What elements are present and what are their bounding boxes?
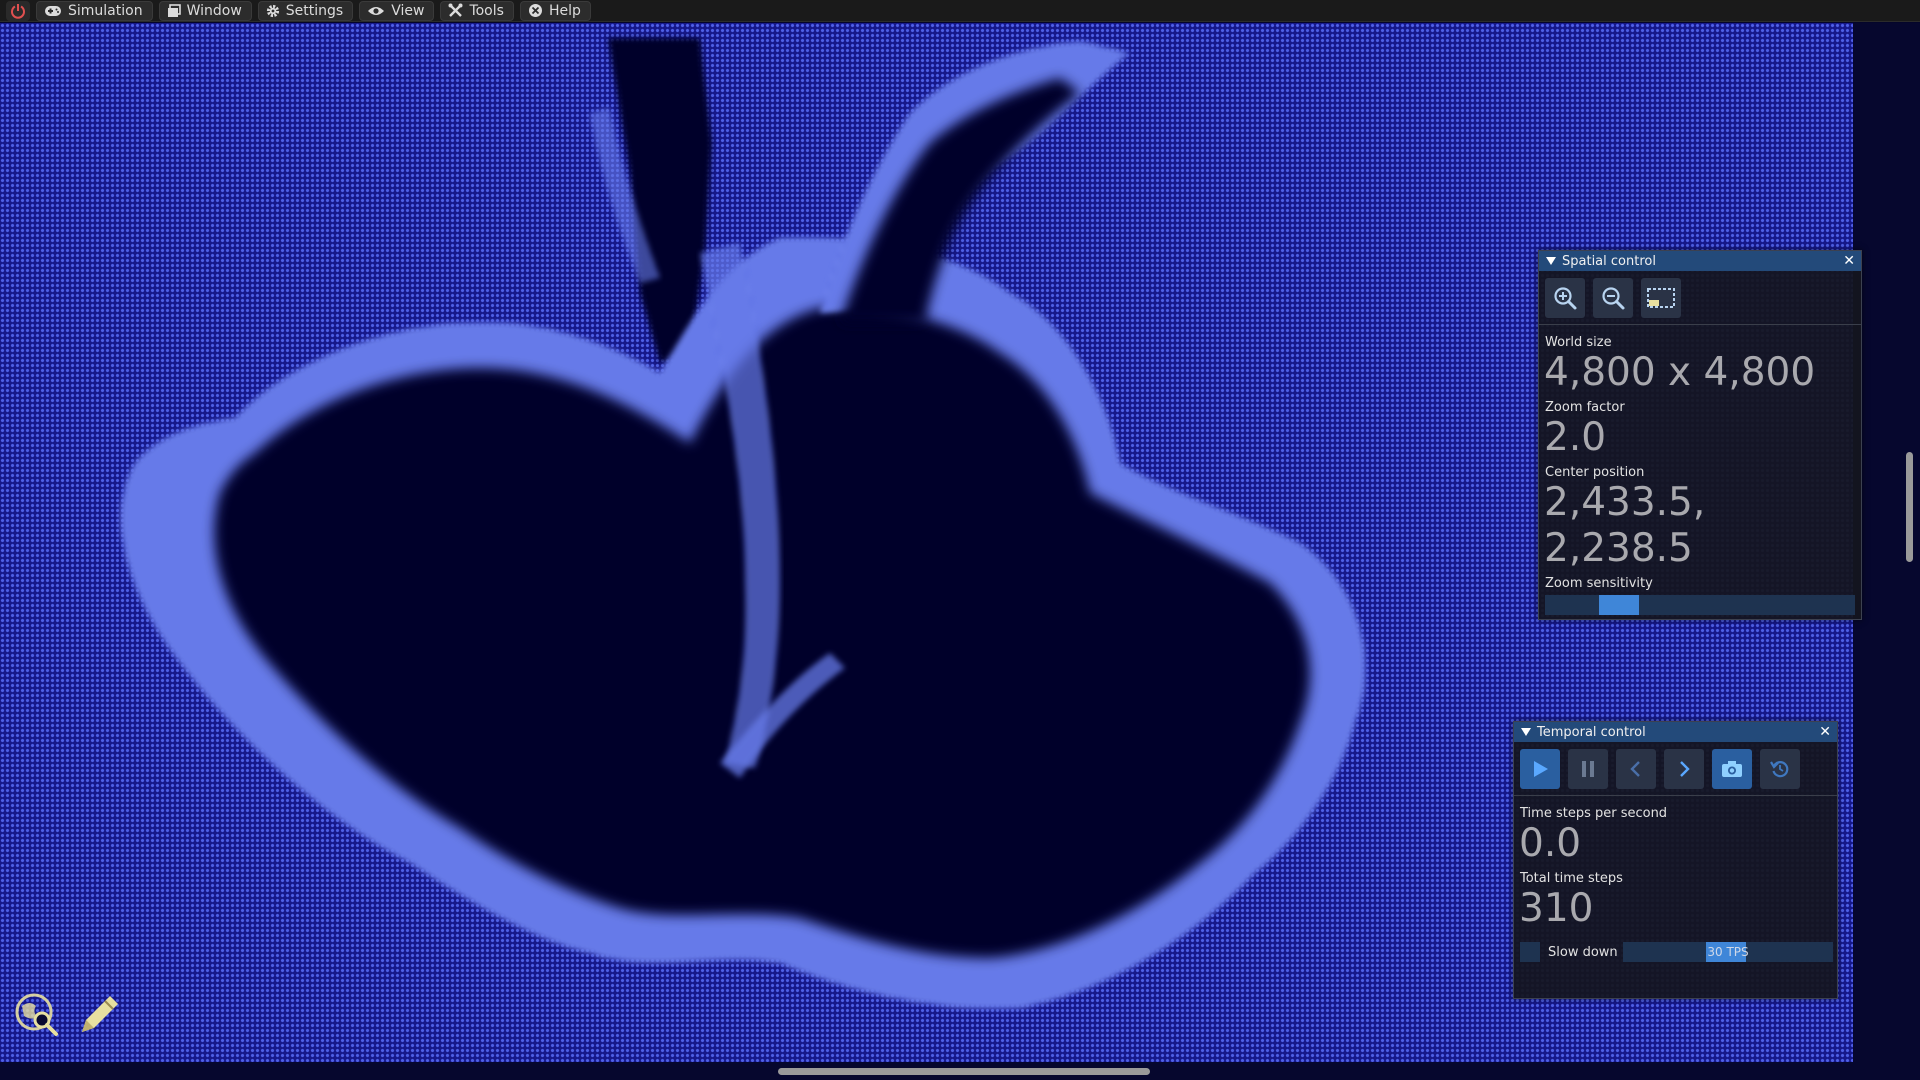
inspect-icon xyxy=(15,993,58,1036)
slow-down-tps-slider[interactable]: 30 TPS xyxy=(1623,942,1833,962)
zoom-sensitivity-label: Zoom sensitivity xyxy=(1545,576,1653,591)
edit-tool-button[interactable] xyxy=(74,990,124,1040)
zoom-factor-label: Zoom factor xyxy=(1545,400,1625,415)
inspect-tool-button[interactable] xyxy=(12,990,62,1040)
close-icon[interactable]: ✕ xyxy=(1819,725,1831,739)
collapse-triangle-icon[interactable] xyxy=(1546,257,1556,265)
menu-view[interactable]: View xyxy=(359,0,435,21)
tps-value: 0.0 xyxy=(1519,821,1582,866)
menu-window[interactable]: Window xyxy=(158,0,252,21)
spatial-panel-title-bar[interactable]: Spatial control ✕ xyxy=(1539,251,1861,271)
world-size-label: World size xyxy=(1545,335,1612,350)
selection-rectangle-icon xyxy=(1647,288,1675,308)
zoom-out-button[interactable] xyxy=(1593,278,1633,318)
pause-button[interactable] xyxy=(1568,749,1608,789)
slow-down-checkbox[interactable] xyxy=(1520,942,1540,962)
menu-settings[interactable]: Settings xyxy=(257,0,354,21)
restore-button[interactable] xyxy=(1760,749,1800,789)
menu-simulation-label: Simulation xyxy=(68,2,143,19)
menu-bar: Simulation Window Settings View Tools He… xyxy=(0,0,1920,22)
zoom-in-button[interactable] xyxy=(1545,278,1585,318)
temporal-control-panel: Temporal control ✕ Time steps per second… xyxy=(1513,721,1838,999)
menu-tools[interactable]: Tools xyxy=(440,0,514,21)
restore-icon xyxy=(1770,761,1789,778)
snapshot-button[interactable] xyxy=(1712,749,1752,789)
menu-help-label: Help xyxy=(548,2,581,19)
step-back-icon xyxy=(1630,761,1640,777)
step-forward-button[interactable] xyxy=(1664,749,1704,789)
step-forward-icon xyxy=(1680,761,1690,777)
spatial-panel-title: Spatial control xyxy=(1562,253,1656,269)
tools-icon xyxy=(448,3,463,17)
total-steps-value: 310 xyxy=(1519,886,1594,931)
window-icon xyxy=(167,3,181,17)
spatial-control-panel: Spatial control ✕ World size 4,800 x 4,8… xyxy=(1538,250,1862,620)
eye-icon xyxy=(368,6,385,15)
collapse-triangle-icon[interactable] xyxy=(1521,728,1531,736)
menu-settings-label: Settings xyxy=(285,2,344,19)
zoom-sensitivity-handle[interactable] xyxy=(1599,595,1639,615)
zoom-sensitivity-slider[interactable] xyxy=(1545,595,1855,615)
gear-icon xyxy=(266,4,279,17)
slow-down-row: Slow down 30 TPS xyxy=(1514,942,1837,962)
slow-down-tps-value: 30 TPS xyxy=(1707,945,1749,959)
world-size-value: 4,800 x 4,800 xyxy=(1544,350,1816,395)
horizontal-scrollbar[interactable] xyxy=(778,1068,1150,1075)
spatial-toolbar xyxy=(1539,271,1861,325)
center-position-value: 2,433.5, 2,238.5 xyxy=(1544,480,1706,571)
temporal-panel-title-bar[interactable]: Temporal control ✕ xyxy=(1514,722,1837,742)
vertical-scrollbar[interactable] xyxy=(1906,452,1913,562)
tps-label: Time steps per second xyxy=(1520,806,1668,821)
menu-help[interactable]: Help xyxy=(519,0,591,21)
play-button[interactable] xyxy=(1520,749,1560,789)
menu-tools-label: Tools xyxy=(469,2,504,19)
power-icon xyxy=(11,3,25,19)
menu-simulation[interactable]: Simulation xyxy=(36,0,153,21)
temporal-toolbar xyxy=(1514,742,1837,796)
help-icon xyxy=(528,4,542,17)
zoom-in-icon xyxy=(1554,287,1577,310)
pause-icon xyxy=(1582,761,1594,777)
zoom-factor-value: 2.0 xyxy=(1544,415,1607,460)
zoom-out-icon xyxy=(1602,287,1625,310)
step-back-button[interactable] xyxy=(1616,749,1656,789)
gamepad-icon xyxy=(45,5,61,16)
selection-rectangle-button[interactable] xyxy=(1641,278,1681,318)
menu-view-label: View xyxy=(391,2,425,19)
slow-down-label: Slow down xyxy=(1548,944,1618,960)
play-icon xyxy=(1534,761,1548,777)
power-button[interactable] xyxy=(6,0,30,21)
pencil-icon xyxy=(82,996,118,1032)
center-position-label: Center position xyxy=(1545,465,1645,480)
close-icon[interactable]: ✕ xyxy=(1843,254,1855,268)
temporal-panel-title: Temporal control xyxy=(1537,724,1646,740)
menu-window-label: Window xyxy=(186,2,242,19)
snapshot-icon xyxy=(1722,761,1742,777)
total-steps-label: Total time steps xyxy=(1520,871,1623,886)
